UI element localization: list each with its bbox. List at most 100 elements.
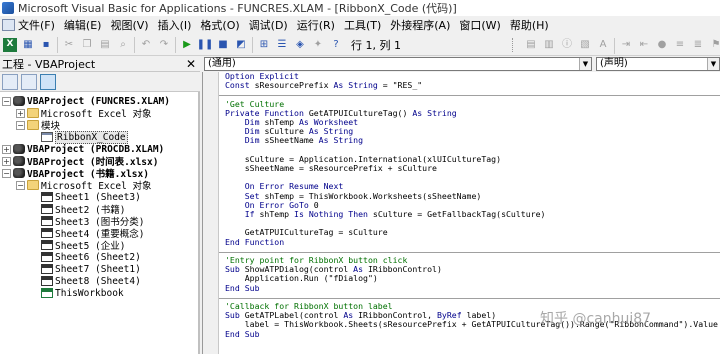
tree-node-excel-objects[interactable]: + Microsoft Excel 对象: [16, 107, 152, 120]
menu-help[interactable]: 帮助(H): [510, 17, 549, 33]
tree-node-sheet[interactable]: Sheet5 (企业): [41, 239, 126, 252]
help-icon[interactable]: ?: [329, 38, 343, 52]
code-line[interactable]: If shTemp Is Nothing Then sCulture = Get…: [225, 209, 718, 219]
tree-node-excel-objects[interactable]: − Microsoft Excel 对象: [16, 179, 152, 192]
tree-node-sheet[interactable]: Sheet6 (Sheet2): [41, 251, 141, 263]
uncomment-block-icon[interactable]: ≣: [691, 38, 705, 52]
toolbar-separator: [134, 36, 135, 53]
menu-insert[interactable]: 插入(I): [158, 17, 192, 33]
toolbox-icon[interactable]: ✦: [311, 38, 325, 52]
menu-addins[interactable]: 外接程序(A): [390, 17, 450, 33]
tree-node-label: Microsoft Excel 对象: [41, 181, 152, 192]
view-object-icon[interactable]: [21, 73, 37, 90]
list-properties-icon[interactable]: ▤: [524, 38, 538, 52]
vba-app-icon: [2, 2, 14, 14]
tree-node-sheet[interactable]: Sheet8 (Sheet4): [41, 275, 141, 287]
code-line[interactable]: Const sResourcePrefix As String = "RES_": [225, 80, 718, 90]
collapse-icon[interactable]: −: [16, 180, 25, 190]
code-line[interactable]: End Sub: [225, 329, 718, 339]
save-icon[interactable]: ▪: [39, 38, 53, 52]
project-pane-header: 工程 - VBAProject ✕: [0, 56, 200, 72]
close-icon[interactable]: ✕: [186, 57, 196, 71]
object-combo-value: (通用): [208, 58, 236, 69]
worksheet-icon: [41, 276, 53, 286]
outdent-icon[interactable]: ⇤: [637, 38, 651, 52]
code-line[interactable]: End Sub: [225, 283, 718, 293]
indent-icon[interactable]: ⇥: [619, 38, 633, 52]
procedure-separator: [219, 297, 720, 299]
menu-run[interactable]: 运行(R): [297, 17, 335, 33]
collapse-icon[interactable]: −: [2, 96, 11, 106]
expand-icon[interactable]: +: [2, 156, 11, 166]
find-icon[interactable]: ⌕: [116, 38, 130, 52]
break-icon[interactable]: ❚❚: [197, 38, 214, 52]
code-line[interactable]: Application.Run ("fDialog"): [225, 274, 718, 283]
run-icon[interactable]: ▶: [180, 38, 194, 52]
object-browser-icon[interactable]: ◈: [293, 38, 307, 52]
view-excel-icon[interactable]: X: [3, 37, 17, 52]
code-line[interactable]: End Function: [225, 237, 718, 247]
edit-toolbar: ▤ ▥ ⓘ ▧ A ⇥ ⇤ ● ≡ ≣ ⚑: [524, 38, 720, 54]
tree-node-thisworkbook[interactable]: ThisWorkbook: [41, 287, 124, 299]
toggle-breakpoint-icon[interactable]: ●: [655, 38, 669, 52]
cut-icon[interactable]: ✂: [62, 38, 76, 52]
parameter-info-icon[interactable]: ▧: [578, 38, 592, 52]
title-bar: Microsoft Visual Basic for Applications …: [0, 0, 720, 16]
properties-icon[interactable]: ☰: [275, 38, 289, 52]
insert-module-icon[interactable]: ▦: [21, 38, 35, 52]
tree-node-label: ThisWorkbook: [55, 287, 124, 299]
bookmark-icon[interactable]: ⚑: [709, 38, 720, 52]
menu-edit[interactable]: 编辑(E): [64, 17, 102, 33]
menu-format[interactable]: 格式(O): [200, 17, 239, 33]
project-explorer-icon[interactable]: ⊞: [257, 38, 271, 52]
worksheet-icon: [41, 192, 53, 202]
paste-icon[interactable]: ▤: [98, 38, 112, 52]
toolbar-separator: [614, 38, 615, 54]
procedure-separator: [219, 251, 720, 253]
tree-node-ribbonx-code[interactable]: RibbonX_Code: [41, 130, 128, 144]
procedure-separator: [219, 95, 720, 97]
complete-word-icon[interactable]: A: [596, 38, 610, 52]
collapse-icon[interactable]: −: [2, 168, 11, 178]
copy-icon[interactable]: ❐: [80, 38, 94, 52]
expand-icon[interactable]: +: [16, 108, 25, 118]
undo-icon[interactable]: ↶: [139, 38, 153, 52]
margin-indicator-bar[interactable]: [203, 72, 219, 354]
tree-node-label: Sheet5 (企业): [55, 241, 126, 252]
procedure-combo[interactable]: (声明) ▼: [596, 57, 720, 71]
code-line[interactable]: sSheetName = sResourcePrefix + sCulture: [225, 163, 718, 173]
folder-icon: [27, 180, 39, 190]
menu-debug[interactable]: 调试(D): [249, 17, 288, 33]
menu-view[interactable]: 视图(V): [110, 17, 148, 33]
module-icon: [41, 132, 53, 142]
view-code-icon[interactable]: [2, 73, 18, 90]
comment-block-icon[interactable]: ≡: [673, 38, 687, 52]
watermark: 知乎 @canhui87: [540, 311, 652, 327]
tree-node-label: VBAProject (PROCDB.XLAM): [27, 143, 165, 155]
toggle-folders-icon[interactable]: [40, 73, 56, 90]
menu-window[interactable]: 窗口(W): [459, 17, 500, 33]
code-line[interactable]: Dim sSheetName As String: [225, 136, 718, 145]
expand-icon[interactable]: +: [2, 144, 11, 154]
vba-project-icon: [13, 168, 25, 178]
cursor-position: 行 1, 列 1: [351, 38, 401, 52]
tree-node-label: RibbonX_Code: [55, 130, 128, 144]
toolbar-grip[interactable]: [512, 38, 520, 52]
collapse-icon[interactable]: −: [16, 120, 25, 130]
workbook-icon: [41, 288, 53, 298]
object-combo[interactable]: (通用) ▼: [204, 57, 592, 71]
code-line[interactable]: GetATPUICultureTag = sCulture: [225, 228, 718, 237]
quick-info-icon[interactable]: ⓘ: [560, 38, 574, 52]
redo-icon[interactable]: ↷: [157, 38, 171, 52]
design-mode-icon[interactable]: ◩: [234, 38, 248, 52]
tree-node-modules[interactable]: − 模块: [16, 119, 60, 132]
chevron-down-icon[interactable]: ▼: [707, 58, 719, 70]
menu-file[interactable]: 文件(F): [2, 17, 55, 33]
reset-icon[interactable]: ■: [216, 38, 230, 52]
tree-node-sheet[interactable]: Sheet7 (Sheet1): [41, 263, 141, 275]
chevron-down-icon[interactable]: ▼: [579, 58, 591, 70]
menu-tools[interactable]: 工具(T): [344, 17, 381, 33]
list-constants-icon[interactable]: ▥: [542, 38, 556, 52]
project-pane-toolbar: [0, 72, 200, 92]
tree-node-label: Sheet7 (Sheet1): [55, 263, 141, 275]
